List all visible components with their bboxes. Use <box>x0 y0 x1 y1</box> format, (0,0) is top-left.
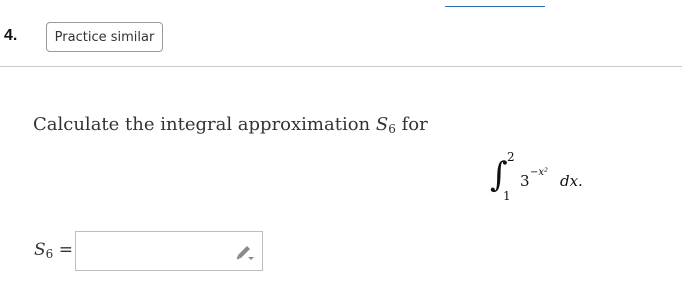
integrand-base: 3 <box>520 172 530 190</box>
practice-similar-button[interactable]: Practice similar <box>46 22 163 52</box>
prompt-text: Calculate the integral approximation <box>33 114 371 135</box>
prompt-suffix: for <box>401 114 428 135</box>
upper-limit: 2 <box>507 150 515 164</box>
approx-symbol: S <box>375 114 389 135</box>
question-number: 4. <box>4 27 18 44</box>
answer-subscript: 6 <box>45 247 54 261</box>
problem-prompt: Calculate the integral approximation S6 … <box>33 114 428 136</box>
divider <box>0 66 682 67</box>
equals-sign: = <box>58 240 73 260</box>
integrand-exponent: −x² <box>530 167 549 178</box>
differential: dx. <box>560 172 583 190</box>
answer-symbol: S <box>34 240 46 260</box>
top-rule <box>445 6 545 7</box>
lower-limit: 1 <box>503 189 511 203</box>
answer-label: S6 = <box>34 240 73 261</box>
pencil-icon[interactable] <box>235 244 255 260</box>
integral-expression: ∫ 2 1 3 −x² dx. <box>490 150 600 206</box>
approx-subscript: 6 <box>388 122 396 136</box>
